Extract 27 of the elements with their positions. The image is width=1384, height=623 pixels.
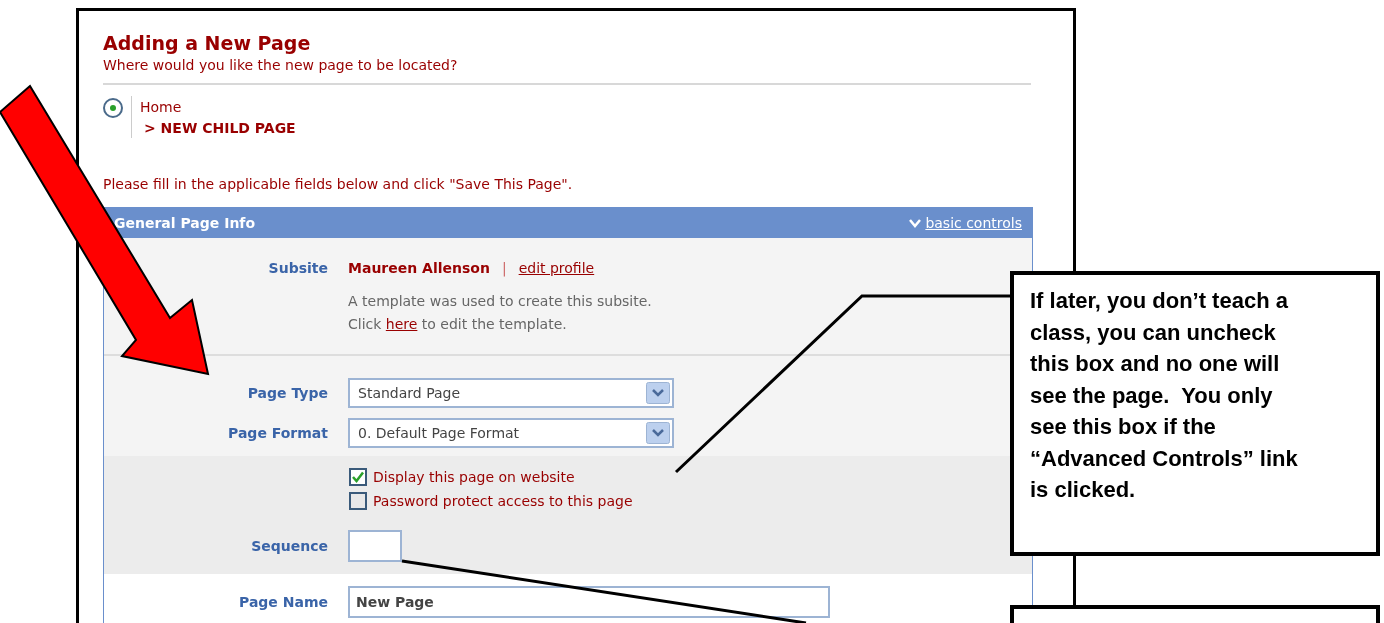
here-link[interactable]: here xyxy=(385,316,418,332)
checkbox[interactable] xyxy=(349,492,367,510)
field-label: Sequence xyxy=(250,538,329,554)
page-subtitle: Where would you like the new page to be located? xyxy=(103,55,1031,85)
chevron-down-icon xyxy=(909,218,922,228)
field-label: Page Type xyxy=(246,385,329,401)
template-note: A template was used to create this subsite. xyxy=(348,292,653,311)
field-label: Subsite xyxy=(267,260,329,276)
subsite-name: Maureen Allenson xyxy=(348,260,490,276)
page-title: Adding a New Page xyxy=(103,31,312,55)
tree-item[interactable]: Home xyxy=(140,96,296,118)
location-radio[interactable] xyxy=(103,98,123,118)
dropdown-select[interactable]: 0. Default Page Format xyxy=(348,418,674,448)
callout-text: If later, you don’t teach a class, you can uncheck this box and no one will see the page. You only see this box if the “Advanced Controls” link is clicked. xyxy=(1030,287,1299,504)
edit-profile-link[interactable]: edit profile xyxy=(518,260,595,276)
instruction-text: Please fill in the applicable fields below and click "Save This Page". xyxy=(103,175,574,194)
page-name-input[interactable]: New Page xyxy=(348,586,830,618)
dropdown-select[interactable]: Standard Page xyxy=(348,378,674,408)
checkbox[interactable] xyxy=(349,468,367,486)
field-label: Page Format xyxy=(227,425,329,441)
tree-item[interactable]: > NEW CHILD PAGE xyxy=(140,118,296,138)
checkbox-label: Display this page on website xyxy=(373,469,575,485)
sequence-input[interactable] xyxy=(348,530,402,562)
field-label: Page Name xyxy=(238,594,329,610)
checkbox-label: Password protect access to this page xyxy=(373,493,633,509)
panel-title: General Page Info xyxy=(114,215,256,231)
separator: | xyxy=(501,260,507,276)
